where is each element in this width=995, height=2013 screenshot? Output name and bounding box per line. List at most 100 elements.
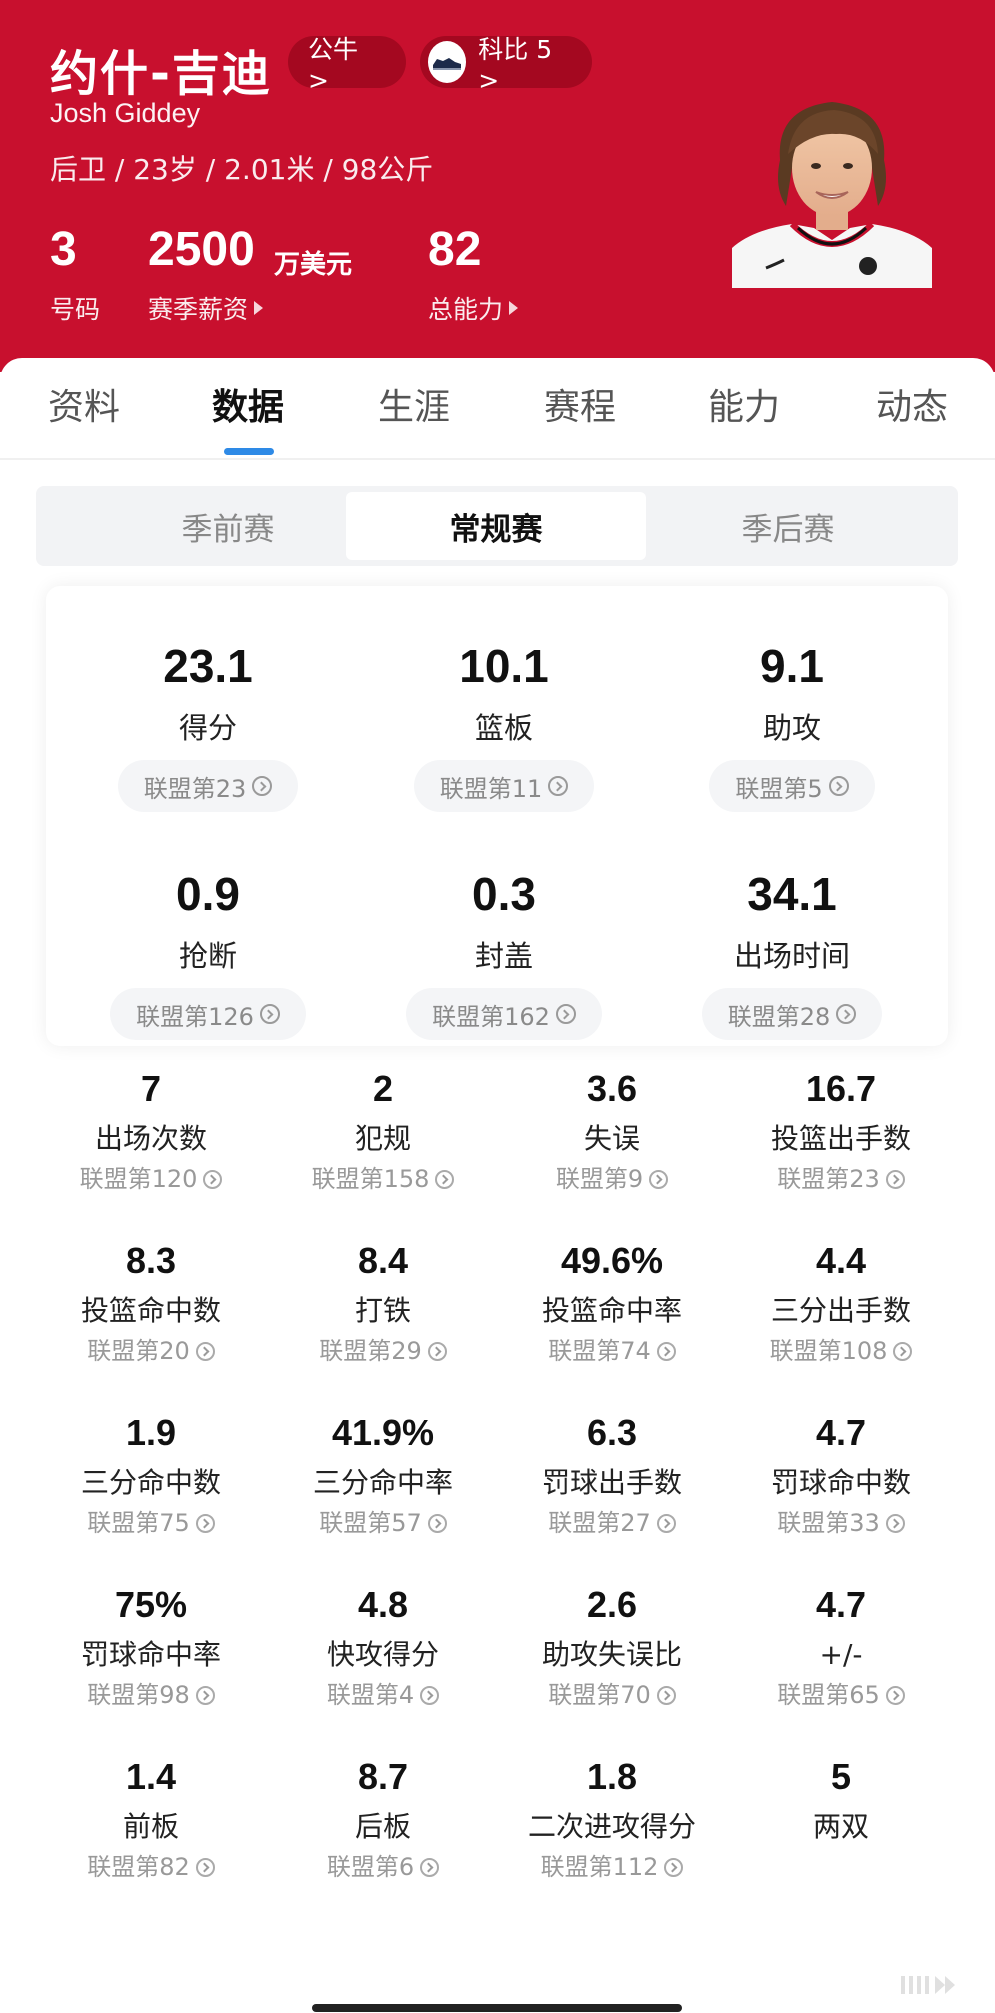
league-rank-link[interactable]: 联盟第70	[497, 1678, 727, 1712]
tab-ability[interactable]: 能力	[674, 378, 814, 430]
chevron-right-circle-icon	[836, 1004, 857, 1024]
league-rank-button[interactable]: 联盟第28	[701, 988, 883, 1040]
chevron-right-circle-icon	[427, 1513, 447, 1533]
caret-right-icon	[509, 301, 519, 315]
league-rank-button[interactable]: 联盟第5	[709, 760, 875, 812]
team-link-label: 公牛 >	[308, 34, 359, 95]
league-rank-link[interactable]: 联盟第57	[268, 1506, 498, 1540]
salary-label-button[interactable]: 赛季薪资	[148, 290, 264, 326]
detail-stat: 4.8 快攻得分 联盟第4	[268, 1584, 498, 1712]
tab-stats[interactable]: 数据	[178, 378, 318, 430]
league-rank-link[interactable]: 联盟第33	[726, 1506, 956, 1540]
team-link-button[interactable]: 公牛 >	[288, 35, 406, 95]
stat-label: 出场时间	[733, 939, 850, 973]
chevron-right-circle-icon	[885, 1513, 905, 1533]
detail-stat: 3.6 失误 联盟第9	[497, 1068, 727, 1196]
league-rank-link[interactable]: 联盟第6	[268, 1850, 498, 1884]
league-rank-link[interactable]: 联盟第4	[268, 1678, 498, 1712]
detail-stat: 8.7 后板 联盟第6	[268, 1756, 498, 1884]
chevron-right-circle-icon	[656, 1685, 676, 1705]
chevron-right-circle-icon	[555, 1004, 576, 1024]
caret-right-icon	[254, 301, 264, 315]
chevron-right-circle-icon	[420, 1685, 440, 1705]
player-bio: 后卫 / 23岁 / 2.01米 / 98公斤	[50, 153, 434, 186]
league-rank-link[interactable]: 联盟第75	[36, 1506, 266, 1540]
player-headshot	[732, 102, 932, 288]
tab-schedule[interactable]: 赛程	[510, 378, 650, 430]
detail-stat: 1.8 二次进攻得分 联盟第112	[497, 1756, 727, 1884]
chevron-right-circle-icon	[828, 776, 849, 796]
league-rank-button[interactable]: 联盟第11	[413, 760, 595, 812]
league-rank-link[interactable]: 联盟第82	[36, 1850, 266, 1884]
league-rank-link[interactable]: 联盟第9	[497, 1162, 727, 1196]
chevron-right-circle-icon	[203, 1169, 223, 1189]
detail-stat: 7 出场次数 联盟第120	[36, 1068, 266, 1196]
detail-stat: 5 两双	[812, 1756, 869, 1843]
detail-stat: 2.6 助攻失误比 联盟第70	[497, 1584, 727, 1712]
detail-stat: 4.4 三分出手数 联盟第108	[726, 1240, 956, 1368]
league-rank-link[interactable]: 联盟第112	[497, 1850, 727, 1884]
main-tab-bar: 资料 数据 生涯 赛程 能力 动态	[0, 378, 995, 448]
segment-playoffs[interactable]: 季后赛	[638, 492, 938, 560]
sneaker-icon	[428, 41, 467, 83]
league-rank-link[interactable]: 联盟第98	[36, 1678, 266, 1712]
chevron-right-circle-icon	[656, 1513, 676, 1533]
stat-label: 封盖	[474, 939, 533, 973]
chevron-right-circle-icon	[885, 1685, 905, 1705]
stat-value: 34.1	[747, 868, 837, 920]
league-rank-link[interactable]: 联盟第27	[497, 1506, 727, 1540]
detail-stat: 75% 罚球命中率 联盟第98	[36, 1584, 266, 1712]
home-indicator[interactable]	[312, 2004, 682, 2012]
league-rank-link[interactable]: 联盟第23	[726, 1162, 956, 1196]
detail-stat: 6.3 罚球出手数 联盟第27	[497, 1412, 727, 1540]
segment-regular-season[interactable]: 常规赛	[346, 492, 646, 560]
player-header: 约什-吉迪 公牛 > 科比 5 > Josh Giddey 后卫 / 23岁 /…	[0, 0, 995, 372]
detail-stat: 1.9 三分命中数 联盟第75	[36, 1412, 266, 1540]
league-rank-link[interactable]: 联盟第108	[726, 1334, 956, 1368]
league-rank-button[interactable]: 联盟第126	[110, 988, 306, 1040]
shoe-link-button[interactable]: 科比 5 >	[420, 35, 592, 95]
shoe-link-label: 科比 5 >	[478, 34, 553, 95]
chevron-right-circle-icon	[420, 1857, 440, 1877]
league-rank-link[interactable]: 联盟第29	[268, 1334, 498, 1368]
detail-stat: 2 犯规 联盟第158	[268, 1068, 498, 1196]
stat-minutes: 34.1 出场时间 联盟第28	[672, 864, 912, 1040]
key-stats-card: 23.1 得分 联盟第23 10.1 篮板 联盟第11 9.1 助攻 联盟第5 …	[46, 586, 948, 1046]
jersey-number-label: 号码	[50, 295, 101, 324]
stat-assists: 9.1 助攻 联盟第5	[672, 636, 912, 812]
chevron-right-circle-icon	[259, 1004, 280, 1024]
chevron-right-circle-icon	[427, 1341, 447, 1361]
league-rank-button[interactable]: 联盟第162	[406, 988, 602, 1040]
chevron-right-circle-icon	[435, 1169, 455, 1189]
stat-points: 23.1 得分 联盟第23	[88, 636, 328, 812]
league-rank-button[interactable]: 联盟第23	[117, 760, 299, 812]
chevron-right-circle-icon	[656, 1341, 676, 1361]
league-rank-link[interactable]: 联盟第158	[268, 1162, 498, 1196]
tab-profile[interactable]: 资料	[14, 378, 154, 430]
stat-label: 篮板	[474, 711, 533, 745]
stat-label: 抢断	[178, 939, 237, 973]
chevron-right-circle-icon	[649, 1169, 669, 1189]
tab-news[interactable]: 动态	[842, 378, 982, 430]
watermark-icon	[901, 1976, 955, 1994]
segment-preseason[interactable]: 季前赛	[78, 492, 378, 560]
chevron-right-circle-icon	[893, 1341, 913, 1361]
active-tab-indicator	[224, 448, 274, 455]
content-panel: 资料 数据 生涯 赛程 能力 动态 季前赛 常规赛 季后赛 23.1 得分 联盟…	[0, 358, 995, 2013]
league-rank-link[interactable]: 联盟第65	[726, 1678, 956, 1712]
league-rank-link[interactable]: 联盟第74	[497, 1334, 727, 1368]
chevron-right-circle-icon	[195, 1513, 215, 1533]
rating-label-button[interactable]: 总能力	[428, 290, 519, 326]
tab-career[interactable]: 生涯	[344, 378, 484, 430]
chevron-right-circle-icon	[195, 1857, 215, 1877]
detail-stat: 49.6% 投篮命中率 联盟第74	[497, 1240, 727, 1368]
league-rank-link[interactable]: 联盟第120	[36, 1162, 266, 1196]
stat-rebounds: 10.1 篮板 联盟第11	[384, 636, 624, 812]
stat-value: 0.9	[176, 868, 240, 920]
detail-stat: 8.4 打铁 联盟第29	[268, 1240, 498, 1368]
salary-value: 2500	[148, 223, 255, 276]
stat-label: 助攻	[762, 711, 821, 745]
chevron-right-circle-icon	[252, 776, 273, 796]
league-rank-link[interactable]: 联盟第20	[36, 1334, 266, 1368]
stat-blocks: 0.3 封盖 联盟第162	[384, 864, 624, 1040]
